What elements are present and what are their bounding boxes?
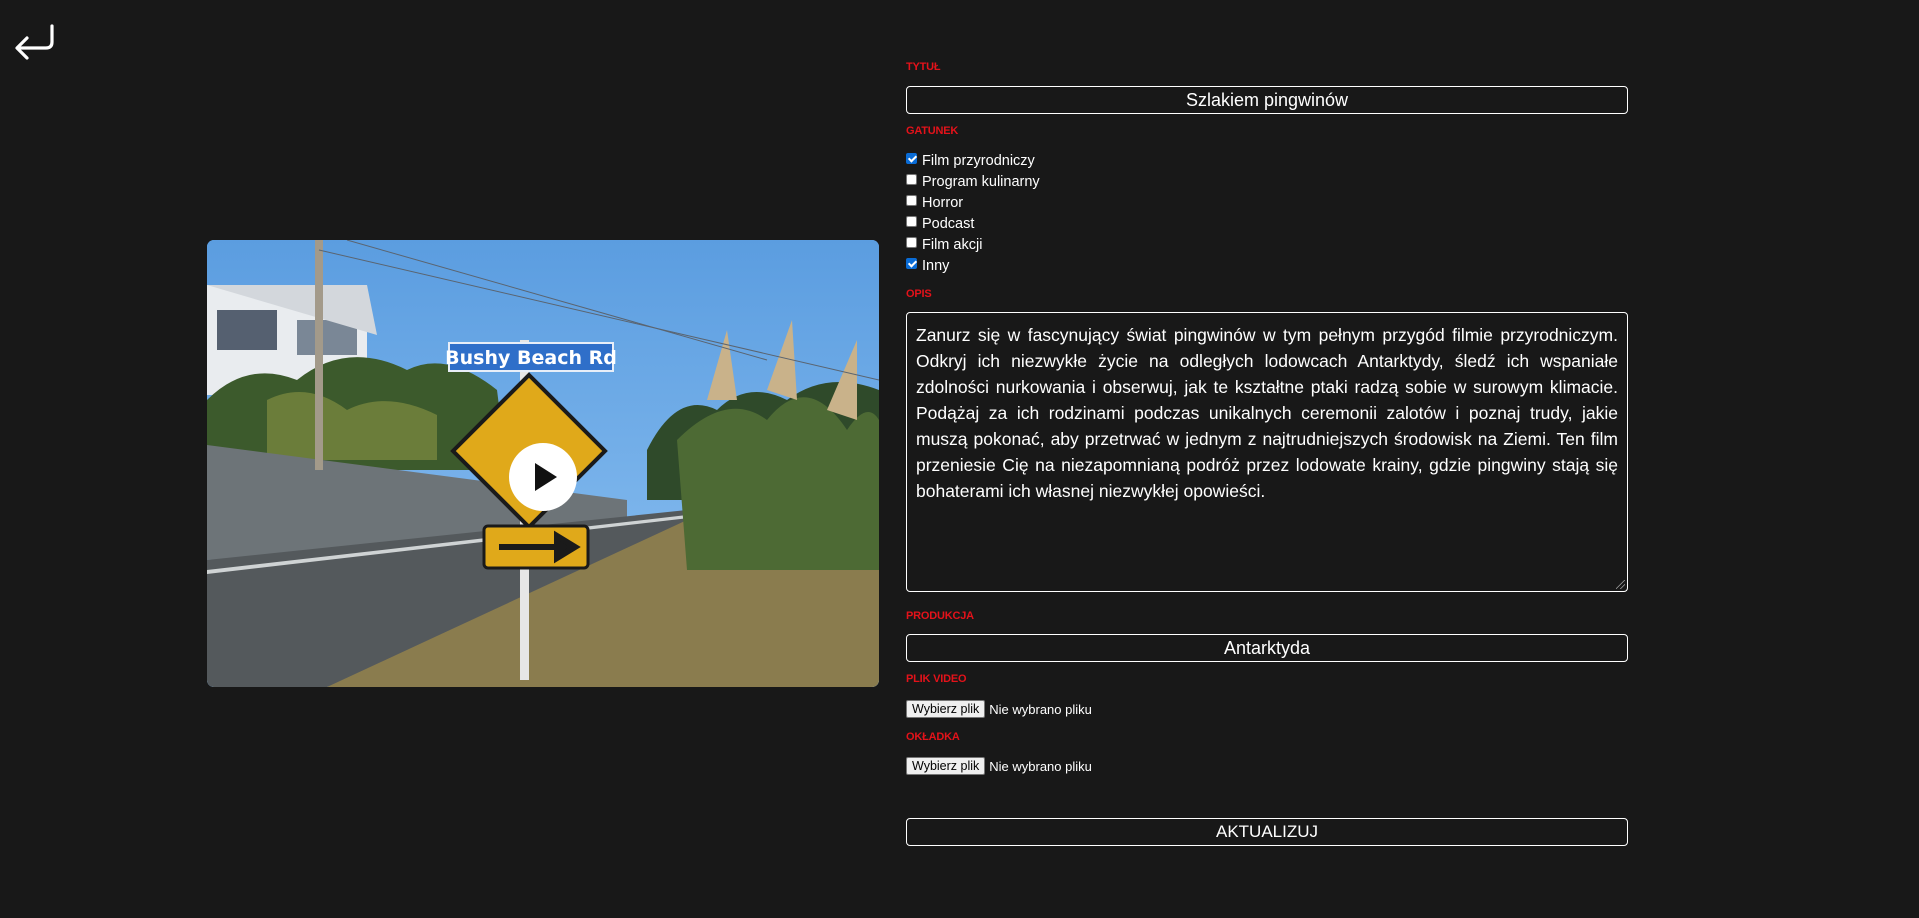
genre-option-label: Program kulinarny <box>922 173 1040 190</box>
genre-option-label: Horror <box>922 194 964 211</box>
genre-option-podcast[interactable]: Podcast <box>906 213 1040 234</box>
update-button[interactable]: AKTUALIZUJ <box>906 818 1628 846</box>
choose-video-file-button[interactable]: Wybierz plik <box>906 700 986 718</box>
cover-label: OKŁADKA <box>906 731 960 743</box>
genre-option-inny[interactable]: Inny <box>906 255 1040 276</box>
genre-option-label: Inny <box>922 257 950 274</box>
choose-cover-file-button[interactable]: Wybierz plik <box>906 757 986 775</box>
production-input[interactable]: Antarktyda <box>906 634 1628 662</box>
checkbox[interactable] <box>906 174 917 185</box>
genre-option-film-przyrodniczy[interactable]: Film przyrodniczy <box>906 150 1040 171</box>
genre-option-label: Film przyrodniczy <box>922 152 1035 169</box>
video-preview[interactable]: Bushy Beach Rd <box>207 240 879 687</box>
genre-option-label: Podcast <box>922 215 975 232</box>
description-textarea[interactable]: Zanurz się w fascynujący świat pingwinów… <box>906 312 1628 592</box>
genre-option-horror[interactable]: Horror <box>906 192 1040 213</box>
cover-file-input[interactable]: Wybierz plik Nie wybrano pliku <box>906 757 1092 775</box>
checkbox[interactable] <box>906 153 917 164</box>
checkbox[interactable] <box>906 258 917 269</box>
return-arrow-icon <box>15 24 54 60</box>
back-button[interactable] <box>12 22 58 62</box>
genre-label: GATUNEK <box>906 125 959 137</box>
genre-checklist: Film przyrodniczy Program kulinarny Horr… <box>906 150 1040 276</box>
video-file-label: PLIK VIDEO <box>906 673 967 685</box>
genre-option-film-akcji[interactable]: Film akcji <box>906 234 1040 255</box>
genre-option-label: Film akcji <box>922 236 983 253</box>
production-label: PRODUKCJA <box>906 610 974 622</box>
description-label: OPIS <box>906 288 932 300</box>
play-button[interactable] <box>509 443 577 511</box>
genre-option-program-kulinarny[interactable]: Program kulinarny <box>906 171 1040 192</box>
title-label: TYTUŁ <box>906 61 941 73</box>
checkbox[interactable] <box>906 195 917 206</box>
title-input[interactable]: Szlakiem pingwinów <box>906 86 1628 114</box>
video-file-input[interactable]: Wybierz plik Nie wybrano pliku <box>906 700 1092 718</box>
street-sign-text: Bushy Beach Rd <box>445 347 617 369</box>
checkbox[interactable] <box>906 216 917 227</box>
cover-file-status: Nie wybrano pliku <box>989 758 1092 774</box>
description-text: Zanurz się w fascynujący świat pingwinów… <box>916 325 1618 501</box>
video-file-status: Nie wybrano pliku <box>989 701 1092 717</box>
checkbox[interactable] <box>906 237 917 248</box>
resize-handle[interactable] <box>1616 580 1625 589</box>
